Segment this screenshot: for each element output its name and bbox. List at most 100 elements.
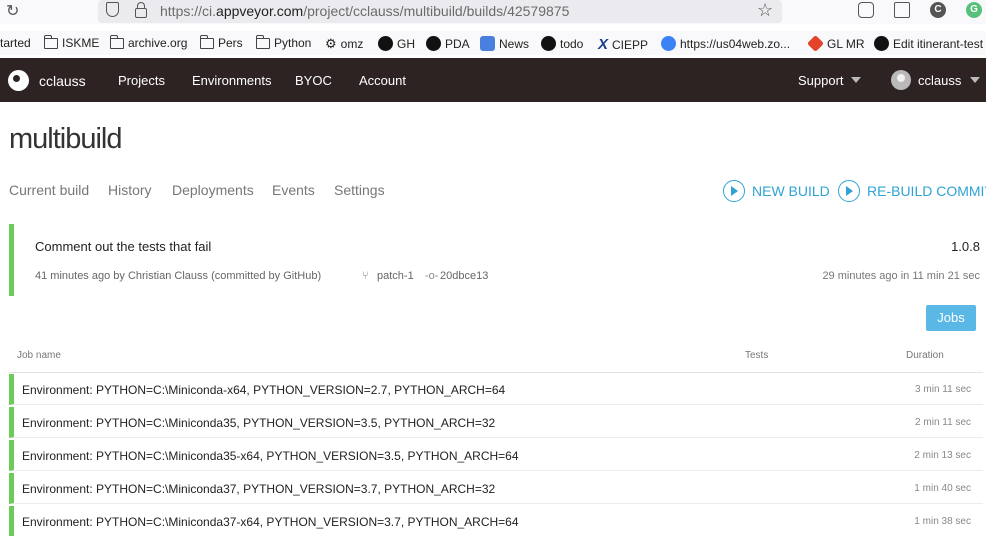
nav-user[interactable]: cclauss	[918, 73, 961, 88]
url-prefix: https://ci.	[160, 3, 217, 19]
extension-c-icon[interactable]: C	[930, 2, 946, 18]
bookmark-label: Python	[274, 36, 312, 50]
job-duration: 1 min 38 sec	[914, 516, 971, 527]
job-duration: 1 min 40 sec	[914, 483, 971, 494]
job-name: Environment: PYTHON=C:\Miniconda35, PYTH…	[22, 416, 496, 430]
bookmark-label: CIEPP	[612, 37, 649, 52]
tab-history[interactable]: History	[108, 182, 152, 198]
column-header-tests: Tests	[745, 350, 769, 361]
gear-icon: ⚙	[325, 36, 337, 51]
play-icon	[838, 180, 860, 202]
bookmark-item[interactable]: X CIEPP	[598, 36, 648, 53]
top-navigation: cclauss Projects Environments BYOC Accou…	[0, 58, 986, 102]
table-row[interactable]: Environment: PYTHON=C:\Miniconda35, PYTH…	[9, 407, 983, 438]
bookmark-label: Edit itinerant-test	[893, 36, 984, 51]
bookmarks-bar: tarted ISKME archive.org Pers Python ⚙ om…	[0, 31, 986, 55]
job-duration: 3 min 11 sec	[915, 384, 971, 395]
reader-view-icon[interactable]	[894, 2, 910, 18]
github-icon	[541, 36, 556, 51]
folder-icon	[44, 34, 58, 49]
pocket-icon[interactable]	[858, 2, 874, 18]
job-name: Environment: PYTHON=C:\Miniconda-x64, PY…	[22, 383, 506, 397]
rebuild-commit-label: RE-BUILD COMMIT	[867, 183, 986, 199]
table-row[interactable]: Environment: PYTHON=C:\Miniconda37-x64, …	[9, 506, 983, 536]
bookmark-label: tarted	[0, 36, 31, 50]
bookmark-item[interactable]: archive.org	[110, 34, 187, 50]
nav-byoc[interactable]: BYOC	[295, 73, 332, 88]
bookmark-label: PDA	[445, 36, 470, 51]
bookmark-item[interactable]: GH	[378, 36, 415, 51]
bookmark-label: Pers	[218, 36, 243, 50]
tracking-protection-icon[interactable]	[106, 2, 119, 17]
bookmark-label: GH	[397, 36, 415, 51]
zoom-icon	[661, 36, 676, 51]
branch-icon: ⑂	[362, 270, 369, 282]
bookmark-label: GL MR	[827, 36, 865, 51]
nav-support[interactable]: Support	[798, 73, 844, 88]
bookmark-item[interactable]: Edit itinerant-test	[874, 36, 983, 51]
github-icon	[874, 36, 889, 51]
tab-deployments[interactable]: Deployments	[172, 182, 254, 198]
brand-account-name[interactable]: cclauss	[39, 73, 86, 89]
bookmark-label: News	[499, 36, 530, 51]
bookmark-item[interactable]: tarted	[0, 36, 31, 50]
table-row[interactable]: Environment: PYTHON=C:\Miniconda-x64, PY…	[9, 374, 983, 405]
job-duration: 2 min 11 sec	[915, 417, 971, 428]
jobs-button[interactable]: Jobs	[926, 305, 976, 331]
tab-settings[interactable]: Settings	[334, 182, 385, 198]
commit-message: Comment out the tests that fail	[35, 239, 212, 254]
new-build-label: NEW BUILD	[752, 183, 830, 199]
folder-icon	[110, 34, 124, 49]
job-name: Environment: PYTHON=C:\Miniconda37, PYTH…	[22, 482, 496, 496]
divider	[9, 372, 983, 373]
commit-icon: -o-	[425, 270, 439, 282]
bookmark-label: https://us04web.zo...	[680, 36, 791, 51]
url-domain: appveyor.com	[216, 3, 304, 19]
reload-icon[interactable]: ↻	[6, 1, 19, 21]
url-text[interactable]: https://ci.appveyor.com/project/cclauss/…	[160, 3, 569, 19]
nav-account[interactable]: Account	[359, 73, 406, 88]
rebuild-commit-button[interactable]: RE-BUILD COMMIT	[838, 180, 986, 202]
bookmark-item[interactable]: ⚙ omz	[325, 36, 363, 52]
build-version: 1.0.8	[951, 239, 980, 254]
table-row[interactable]: Environment: PYTHON=C:\Miniconda37, PYTH…	[9, 473, 983, 504]
appveyor-logo-icon[interactable]	[8, 70, 29, 91]
bookmark-item[interactable]: News	[480, 36, 529, 51]
chevron-down-icon[interactable]	[851, 77, 861, 83]
nav-projects[interactable]: Projects	[118, 73, 165, 88]
column-header-job-name: Job name	[17, 350, 61, 361]
bookmark-item[interactable]: https://us04web.zo...	[661, 36, 790, 51]
job-name: Environment: PYTHON=C:\Miniconda35-x64, …	[22, 449, 519, 463]
column-header-duration: Duration	[906, 350, 944, 361]
table-row[interactable]: Environment: PYTHON=C:\Miniconda35-x64, …	[9, 440, 983, 471]
bookmark-item[interactable]: PDA	[426, 36, 470, 51]
new-build-button[interactable]: NEW BUILD	[723, 180, 830, 202]
tab-current-build[interactable]: Current build	[9, 182, 89, 198]
tab-events[interactable]: Events	[272, 182, 315, 198]
play-icon	[723, 180, 745, 202]
bookmark-star-icon[interactable]: ☆	[757, 0, 773, 21]
bookmark-label: ISKME	[62, 36, 100, 50]
folder-icon	[200, 34, 214, 49]
commit-author: 41 minutes ago by Christian Clauss (comm…	[35, 270, 322, 282]
branch-name[interactable]: patch-1	[377, 270, 414, 282]
extension-g-icon[interactable]: G	[966, 2, 982, 18]
bookmark-item[interactable]: todo	[541, 36, 583, 51]
bookmark-item[interactable]: GL MR	[807, 35, 865, 52]
build-duration: 29 minutes ago in 11 min 21 sec	[822, 270, 980, 282]
chevron-down-icon[interactable]	[970, 77, 980, 83]
nav-environments[interactable]: Environments	[192, 73, 271, 88]
lock-icon[interactable]	[135, 2, 147, 18]
job-duration: 2 min 13 sec	[914, 450, 971, 461]
folder-icon	[256, 34, 270, 49]
bookmark-item[interactable]: Pers	[200, 34, 243, 50]
github-icon	[426, 36, 441, 51]
avatar[interactable]	[891, 70, 911, 90]
bookmark-item[interactable]: ISKME	[44, 34, 100, 50]
url-path: /project/cclauss/multibuild/builds/42579…	[303, 3, 570, 19]
commit-id[interactable]: 20dbce13	[440, 270, 488, 282]
job-name: Environment: PYTHON=C:\Miniconda37-x64, …	[22, 515, 519, 529]
bookmark-label: todo	[560, 36, 584, 51]
github-icon	[378, 36, 393, 51]
bookmark-item[interactable]: Python	[256, 34, 312, 50]
